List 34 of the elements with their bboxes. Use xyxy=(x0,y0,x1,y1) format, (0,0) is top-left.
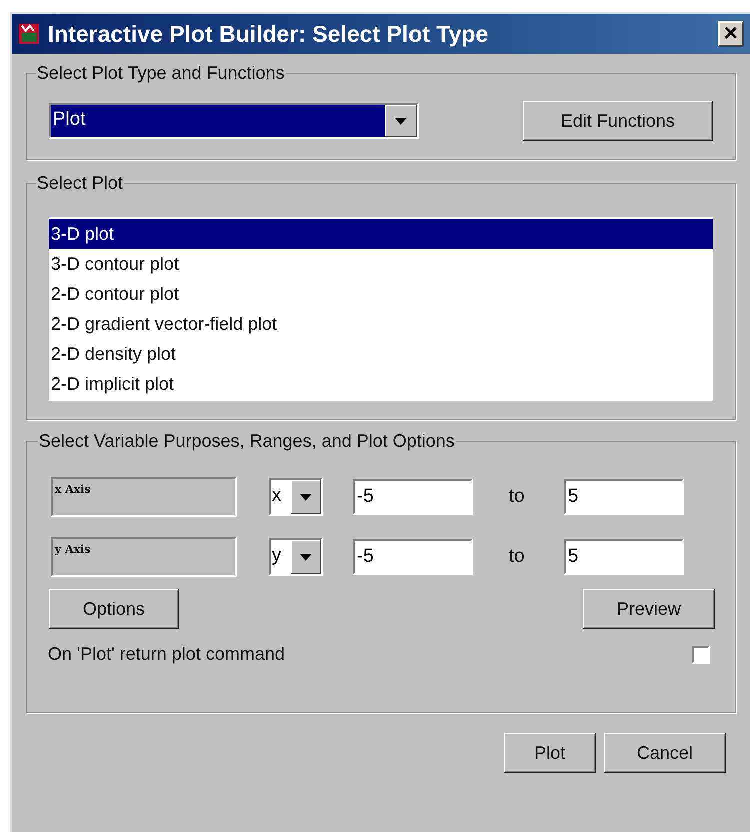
checkbox[interactable] xyxy=(692,646,710,664)
caret-icon xyxy=(395,118,407,124)
plot-type-dropdown[interactable]: Plot xyxy=(49,103,419,139)
cancel-button[interactable]: Cancel xyxy=(604,733,726,773)
checkbox-label: On 'Plot' return plot command xyxy=(48,643,285,666)
list-item[interactable]: 2-D implicit plot xyxy=(49,369,713,399)
list-item[interactable]: 2-D density plot xyxy=(49,339,713,369)
group-label: Select Plot Type and Functions xyxy=(36,62,286,85)
purpose-field[interactable]: x Axis xyxy=(51,477,237,517)
range-to-label: to xyxy=(509,484,526,509)
preview-button[interactable]: Preview xyxy=(583,589,715,629)
group-label: Select Plot xyxy=(36,172,124,195)
variable-dropdown[interactable]: y xyxy=(269,538,323,576)
app-icon xyxy=(18,23,40,45)
plot-button[interactable]: Plot xyxy=(504,733,596,773)
variable-dropdown[interactable]: x xyxy=(269,478,323,516)
range-from-field[interactable]: -5 xyxy=(353,479,473,515)
list-item[interactable]: 3-D contour plot xyxy=(49,249,713,279)
group-label: Select Variable Purposes, Ranges, and Plot Options xyxy=(38,430,456,453)
list-item[interactable]: 3-D plot xyxy=(49,219,713,249)
edit-functions-button[interactable]: Edit Functions xyxy=(523,101,713,141)
range-to-label: to xyxy=(509,544,526,569)
purpose-field[interactable]: y Axis xyxy=(51,537,237,577)
caret-icon xyxy=(300,494,312,500)
close-button[interactable]: × xyxy=(718,21,744,47)
plot-list[interactable]: 3-D plot 3-D contour plot 2-D contour plot 2-D gradient vector-field plot 2-D density plot 2-D implicit plot xyxy=(49,217,713,401)
range-to-field[interactable]: 5 xyxy=(564,539,684,575)
range-to-field[interactable]: 5 xyxy=(564,479,684,515)
range-from-field[interactable]: -5 xyxy=(353,539,473,575)
list-item[interactable]: 2-D gradient vector-field plot xyxy=(49,309,713,339)
caret-icon xyxy=(300,554,312,560)
list-item[interactable]: 2-D contour plot xyxy=(49,279,713,309)
window-title: Interactive Plot Builder: Select Plot Type xyxy=(48,20,490,49)
options-button[interactable]: Options xyxy=(49,589,179,629)
